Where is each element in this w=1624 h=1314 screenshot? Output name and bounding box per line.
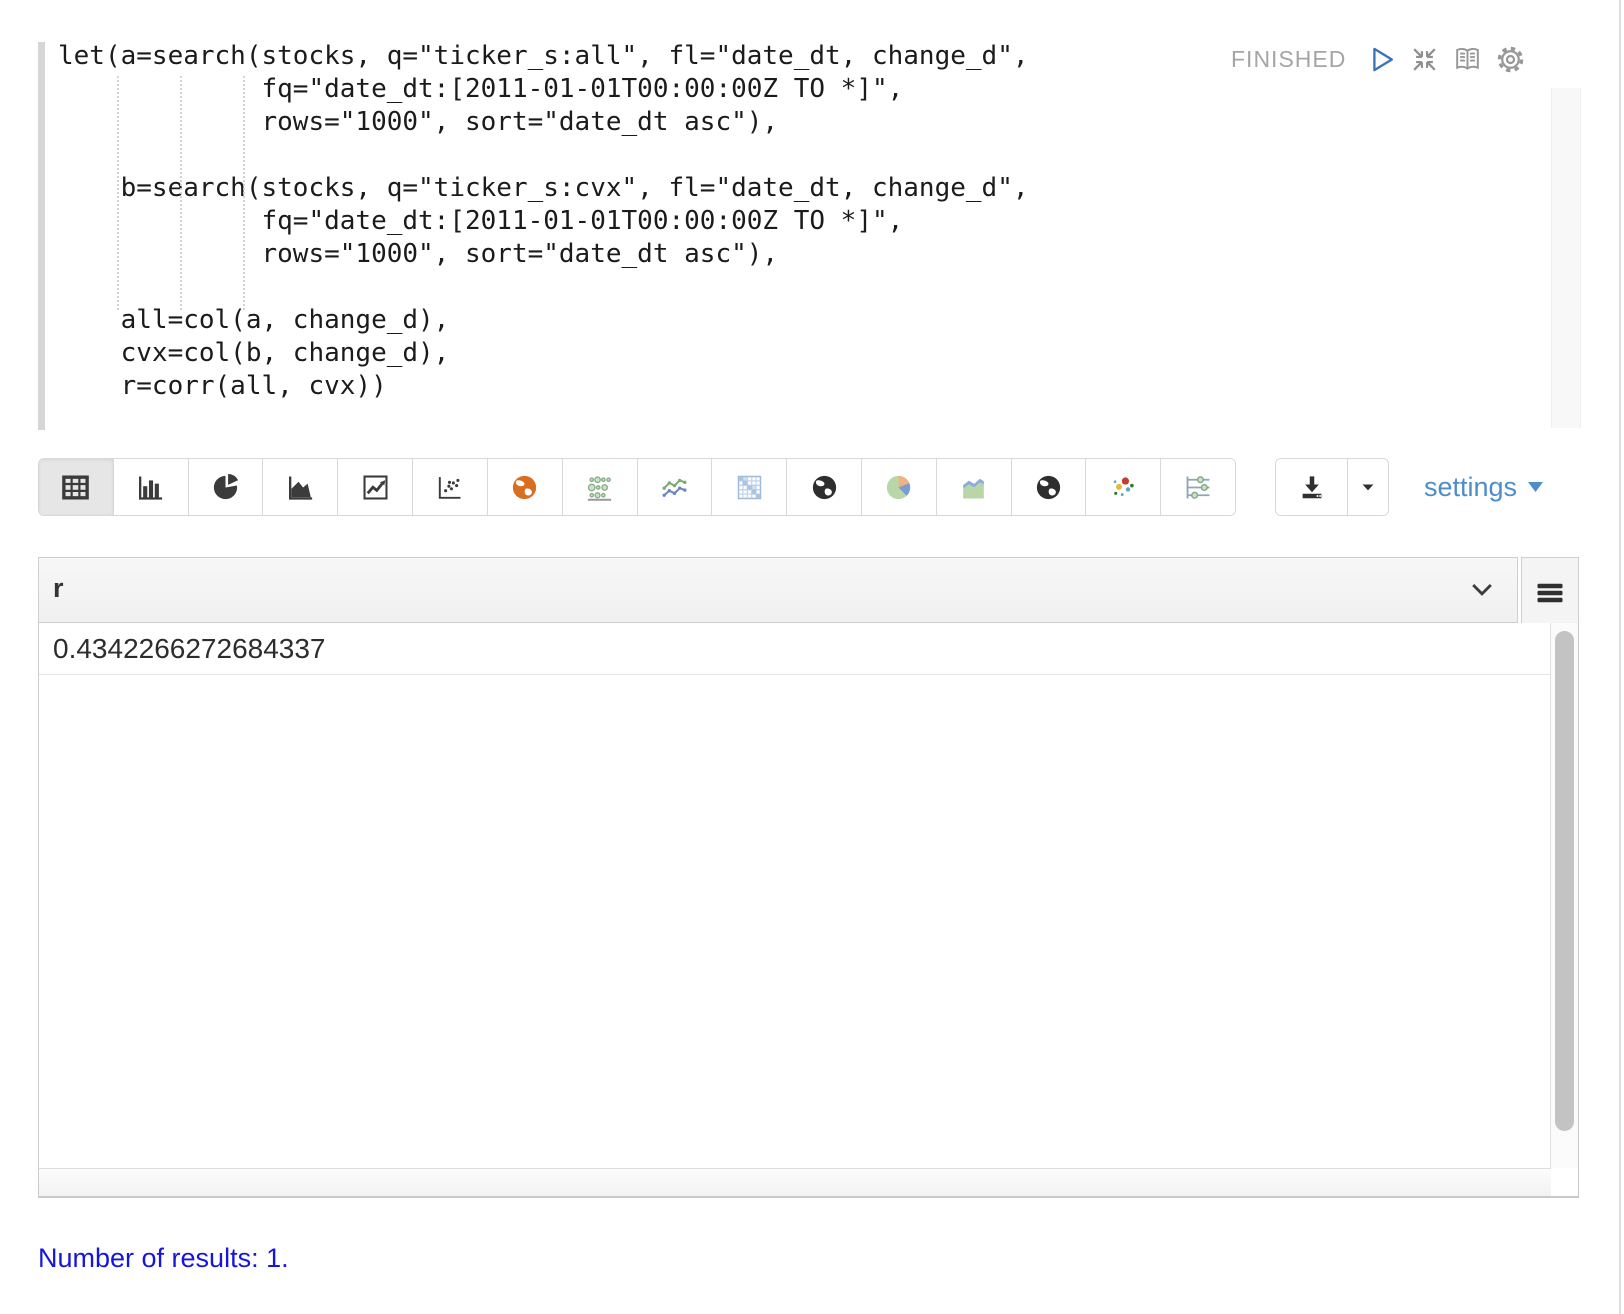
- results-count-text: Number of results: 1.: [38, 1243, 289, 1274]
- paragraph-actions: [1366, 44, 1526, 75]
- code-line: all=col(a, change_d),: [58, 304, 1029, 337]
- table-row[interactable]: 0.4342266272684337: [39, 623, 1550, 675]
- editor-left-gutter: [38, 42, 45, 430]
- table-hscrollbar-track[interactable]: [38, 1168, 1551, 1198]
- book-icon[interactable]: [1452, 44, 1483, 75]
- hamburger-menu-icon: [1535, 578, 1565, 608]
- table-menu-button[interactable]: [1521, 557, 1579, 629]
- table-scroll-corner: [1551, 1168, 1579, 1198]
- chevron-down-icon[interactable]: [1471, 583, 1493, 597]
- viz-area-colored-button[interactable]: [936, 459, 1011, 515]
- download-button-group: [1275, 458, 1389, 516]
- viz-dot-matrix-button[interactable]: [562, 459, 637, 515]
- viz-globe-orange-button[interactable]: [487, 459, 562, 515]
- paragraph-status: FINISHED: [1231, 46, 1346, 73]
- viz-globe-dark-button[interactable]: [1011, 459, 1086, 515]
- code-line: rows="1000", sort="date_dt asc"),: [58, 106, 1029, 139]
- viz-area-chart-button[interactable]: [262, 459, 337, 515]
- viz-table-button[interactable]: [39, 459, 113, 515]
- indent-guide: [243, 76, 245, 310]
- viz-line-chart-button[interactable]: [337, 459, 412, 515]
- table-scrollbar-track[interactable]: [1550, 623, 1579, 1168]
- code-line: rows="1000", sort="date_dt asc"),: [58, 238, 1029, 271]
- viz-multi-line-chart-button[interactable]: [637, 459, 712, 515]
- code-line: cvx=col(b, change_d),: [58, 337, 1029, 370]
- settings-label: settings: [1424, 472, 1517, 503]
- code-line: [58, 139, 1029, 172]
- table-body: 0.4342266272684337: [38, 623, 1550, 1168]
- download-options-button[interactable]: [1347, 459, 1388, 515]
- column-header-label: r: [53, 573, 64, 604]
- zeppelin-paragraph: let(a=search(stocks, q="ticker_s:all", f…: [0, 0, 1624, 1314]
- editor-scrollbar[interactable]: [1551, 88, 1581, 428]
- compress-icon[interactable]: [1409, 44, 1440, 75]
- indent-guide: [180, 76, 182, 310]
- code-line: [58, 271, 1029, 304]
- code-line: fq="date_dt:[2011-01-01T00:00:00Z TO *]"…: [58, 205, 1029, 238]
- caret-down-icon: [1358, 477, 1378, 497]
- caret-down-icon: [1527, 481, 1544, 493]
- table-column-header[interactable]: r: [38, 557, 1518, 623]
- download-icon: [1297, 472, 1327, 502]
- table-cell-value: 0.4342266272684337: [53, 633, 326, 664]
- play-icon[interactable]: [1366, 44, 1397, 75]
- table-scrollbar-thumb[interactable]: [1555, 631, 1574, 1131]
- viz-heatmap-button[interactable]: [711, 459, 786, 515]
- viz-bar-chart-button[interactable]: [113, 459, 188, 515]
- code-line: let(a=search(stocks, q="ticker_s:all", f…: [58, 40, 1029, 73]
- settings-toggle[interactable]: settings: [1424, 458, 1544, 516]
- paragraph-code-editor[interactable]: let(a=search(stocks, q="ticker_s:all", f…: [58, 40, 1029, 403]
- viz-pie-chart-button[interactable]: [188, 459, 263, 515]
- viz-scatter-chart-button[interactable]: [412, 459, 487, 515]
- code-line: b=search(stocks, q="ticker_s:cvx", fl="d…: [58, 172, 1029, 205]
- viz-globe-dark-button[interactable]: [786, 459, 861, 515]
- viz-parallel-coordinates-button[interactable]: [1160, 459, 1235, 515]
- download-button[interactable]: [1276, 459, 1347, 515]
- viz-scatter-colored-button[interactable]: [1085, 459, 1160, 515]
- page-right-border: [1619, 0, 1621, 1314]
- viz-pie-colored-button[interactable]: [861, 459, 936, 515]
- code-line: r=corr(all, cvx)): [58, 370, 1029, 403]
- indent-guide: [117, 76, 119, 310]
- gear-icon[interactable]: [1495, 44, 1526, 75]
- visualization-toolbar: [38, 458, 1236, 516]
- code-line: fq="date_dt:[2011-01-01T00:00:00Z TO *]"…: [58, 73, 1029, 106]
